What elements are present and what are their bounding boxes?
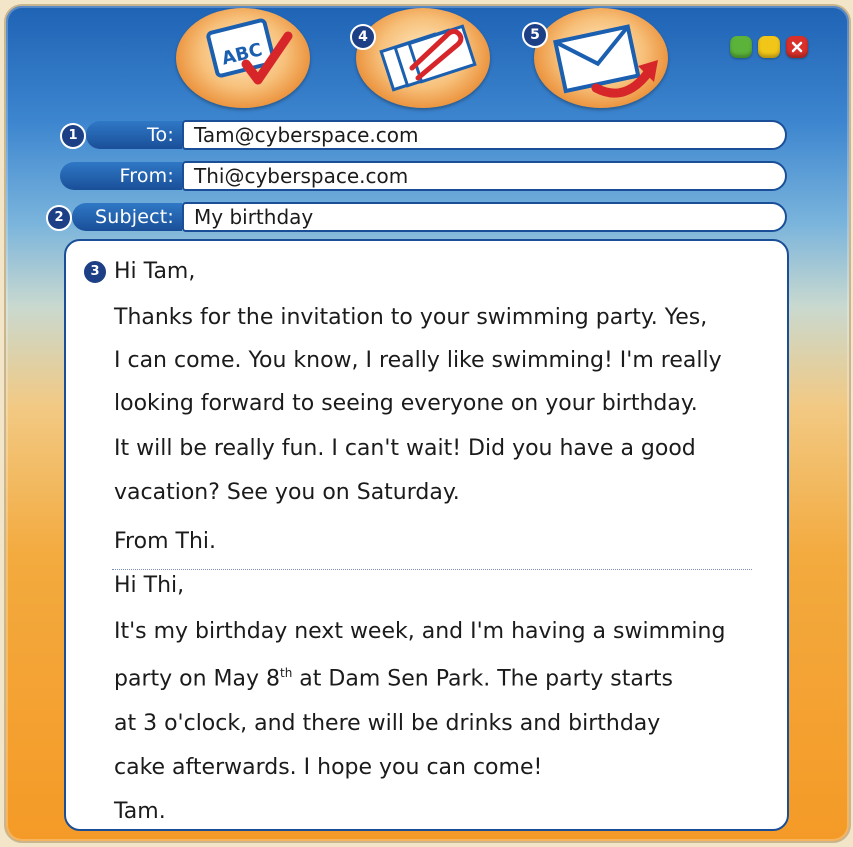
original-line-part: at Dam Sen Park. The party starts — [292, 666, 673, 692]
original-line: party on May 8th at Dam Sen Park. The pa… — [114, 666, 673, 691]
maximize-button[interactable] — [730, 36, 752, 58]
step-2-badge: 2 — [46, 205, 72, 231]
close-button[interactable] — [786, 36, 808, 58]
reply-line: It will be really fun. I can't wait! Did… — [114, 436, 696, 461]
reply-line: vacation? See you on Saturday. — [114, 480, 460, 505]
step-1-badge: 1 — [60, 123, 86, 149]
step-4-badge: 4 — [350, 24, 376, 50]
attachment-icon — [379, 24, 477, 92]
subject-label-text: Subject: — [94, 206, 174, 228]
to-label: To: — [86, 121, 182, 149]
from-label-text: From: — [119, 165, 174, 187]
step-3-badge: 3 — [82, 259, 108, 285]
close-icon — [791, 41, 803, 53]
from-label: From: — [60, 162, 182, 190]
ordinal-suffix: th — [280, 666, 293, 680]
spellcheck-button[interactable]: ABC — [176, 8, 310, 108]
message-separator — [112, 569, 752, 570]
original-signoff: Tam. — [114, 799, 166, 824]
subject-label: Subject: — [72, 203, 182, 231]
to-field[interactable]: Tam@cyberspace.com — [182, 120, 787, 150]
reply-greeting: Hi Tam, — [114, 259, 196, 284]
minimize-button[interactable] — [758, 36, 780, 58]
original-line: It's my birthday next week, and I'm havi… — [114, 619, 726, 644]
message-body[interactable]: 3 Hi Tam, Thanks for the invitation to y… — [64, 239, 789, 831]
original-line-part: party on May 8 — [114, 666, 280, 692]
reply-line: looking forward to seeing everyone on yo… — [114, 391, 698, 416]
attach-button[interactable]: 4 — [350, 8, 490, 108]
spellcheck-icon: ABC — [206, 18, 293, 85]
send-envelope-icon — [553, 24, 658, 98]
email-window: ABC 4 5 1 To: Tam@cyberspace.com From: T… — [4, 4, 851, 843]
reply-signoff: From Thi. — [114, 529, 216, 554]
from-field[interactable]: Thi@cyberspace.com — [182, 161, 787, 191]
reply-line: Thanks for the invitation to your swimmi… — [114, 305, 708, 330]
original-line: at 3 o'clock, and there will be drinks a… — [114, 711, 661, 736]
original-greeting: Hi Thi, — [114, 573, 185, 598]
subject-field[interactable]: My birthday — [182, 202, 787, 232]
step-5-badge: 5 — [522, 22, 548, 48]
reply-line: I can come. You know, I really like swim… — [114, 348, 722, 373]
original-line: cake afterwards. I hope you can come! — [114, 755, 543, 780]
send-button[interactable]: 5 — [522, 8, 668, 108]
to-label-text: To: — [146, 124, 174, 146]
